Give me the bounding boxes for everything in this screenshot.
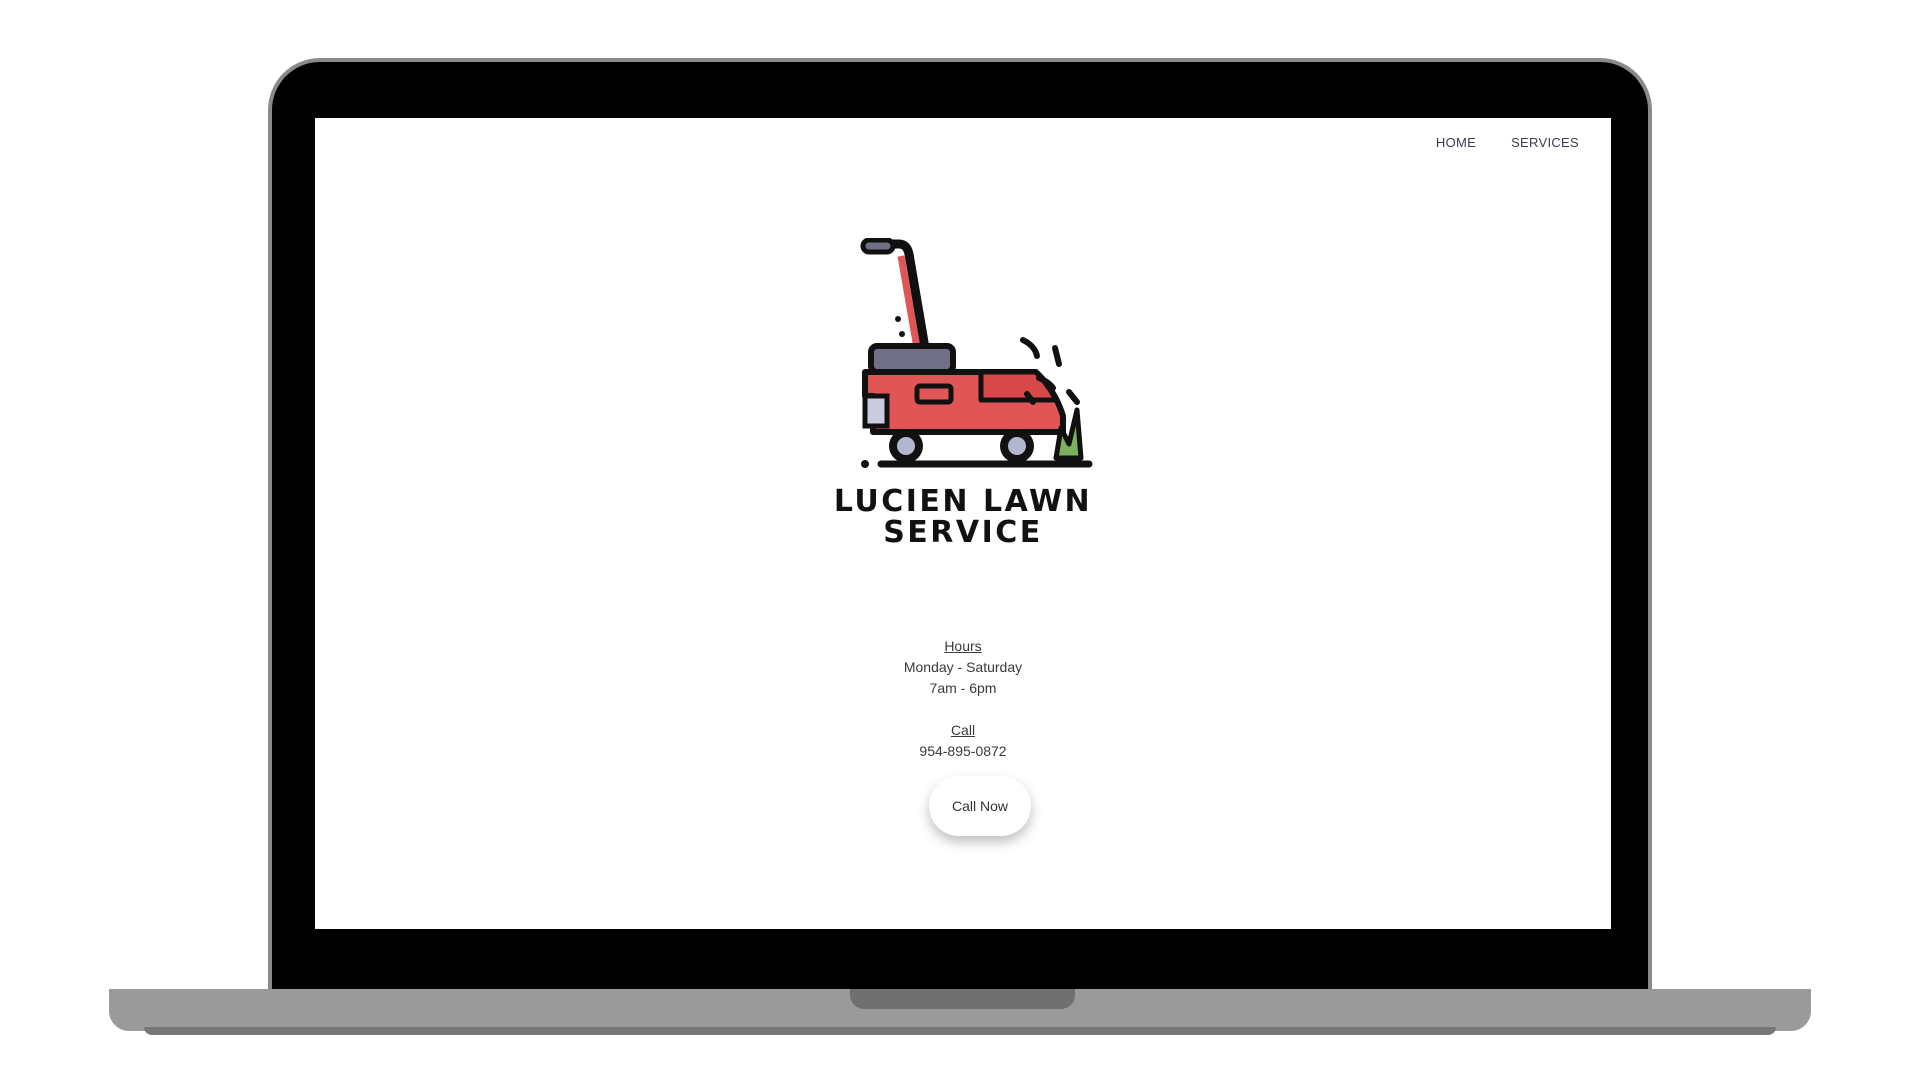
call-now-button[interactable]: Call Now <box>929 776 1031 836</box>
phone-number: 954-895-0872 <box>919 743 1007 759</box>
top-nav: HOME SERVICES <box>1436 135 1579 150</box>
hours-times: 7am - 6pm <box>929 680 997 696</box>
logo-wordmark: LUCIEN LAWN SERVICE <box>315 486 1611 548</box>
hours-days: Monday - Saturday <box>903 659 1023 675</box>
hours-heading: Hours <box>944 638 982 654</box>
logo-line-1: LUCIEN LAWN <box>833 484 1093 519</box>
laptop-base-edge <box>144 1027 1776 1035</box>
nav-services-link[interactable]: SERVICES <box>1511 135 1579 150</box>
website-screen: HOME SERVICES LUCIEN LAWN SERVICE Hours … <box>315 118 1611 929</box>
logo-line-2: SERVICE <box>883 515 1043 550</box>
call-heading: Call <box>950 722 976 738</box>
contact-info: Hours Monday - Saturday 7am - 6pm Call 9… <box>315 636 1611 762</box>
nav-home-link[interactable]: HOME <box>1436 135 1476 150</box>
laptop-notch <box>850 989 1075 1009</box>
